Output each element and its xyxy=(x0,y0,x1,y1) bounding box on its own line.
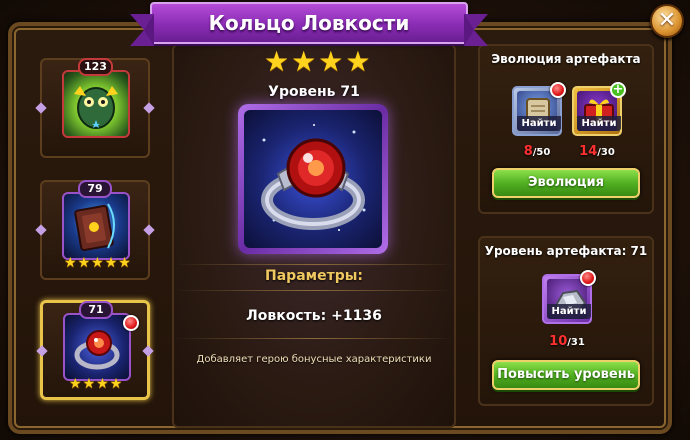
material-ore[interactable]: Найти xyxy=(542,270,596,324)
slot-level-badge: 123 xyxy=(78,58,113,76)
material-gift[interactable]: Найти + xyxy=(572,82,626,136)
close-icon: ✕ xyxy=(657,8,677,33)
star-icon: ★ xyxy=(118,255,131,271)
star-icon: ★ xyxy=(291,45,317,78)
find-button[interactable]: Найти xyxy=(577,116,621,131)
star-icon: ★ xyxy=(82,376,96,392)
divider xyxy=(174,264,454,265)
star-icon: ★ xyxy=(104,255,118,271)
close-button[interactable]: ✕ xyxy=(650,4,684,38)
alert-icon xyxy=(123,315,139,331)
stat-agility: Ловкость: +1136 xyxy=(246,308,382,324)
divider xyxy=(174,290,454,291)
artifact-portrait xyxy=(238,104,388,254)
artifact-stars: ★ ★ ★ ★ xyxy=(264,48,370,76)
star-icon: ★ xyxy=(264,45,290,78)
agility-ring-icon xyxy=(244,110,382,248)
slot-level-badge: 71 xyxy=(79,301,113,319)
artifact-level: Уровень 71 xyxy=(268,84,360,100)
artifact-detail-panel: ★ ★ ★ ★ Уровень 71 Параметры: Ловкость: … xyxy=(172,44,456,428)
find-button[interactable]: Найти xyxy=(547,304,591,319)
find-button[interactable]: Найти xyxy=(517,116,561,131)
window-title: Кольцо Ловкости xyxy=(208,11,410,35)
artifact-window: Кольцо Ловкости ✕ 123 79 ★ ★ ★ ★ ★ 71 ★ … xyxy=(0,0,690,440)
upgrade-panel: Уровень артефакта: 71 Найти 10/31 Повыси… xyxy=(478,236,654,406)
star-icon: ★ xyxy=(318,45,344,78)
slot-stars: ★ ★ ★ ★ ★ xyxy=(64,256,131,270)
alert-icon xyxy=(580,270,596,286)
artifact-slot-weapon[interactable]: 123 xyxy=(35,58,155,158)
evolution-button[interactable]: Эволюция xyxy=(492,168,640,198)
material-count: 8/50 xyxy=(523,144,551,159)
material-count: 14/30 xyxy=(579,144,615,159)
star-icon: ★ xyxy=(109,376,123,392)
star-icon: ★ xyxy=(64,255,77,271)
params-title: Параметры: xyxy=(265,268,363,284)
title-ribbon: Кольцо Ловкости xyxy=(130,2,488,46)
level-up-button[interactable]: Повысить уровень xyxy=(492,360,640,390)
artifact-description: Добавляет герою бонусные характеристики xyxy=(196,354,432,365)
evolution-title: Эволюция артефакта xyxy=(491,52,641,66)
star-icon: ★ xyxy=(77,255,91,271)
jade-idol-icon xyxy=(62,70,130,138)
slot-level-badge: 79 xyxy=(78,180,112,198)
star-icon: ★ xyxy=(91,255,104,271)
slot-stars: ★ ★ ★ ★ xyxy=(69,377,122,391)
evolution-panel: Эволюция артефакта Найти Найти + 8/50 14… xyxy=(478,44,654,214)
star-icon: ★ xyxy=(69,376,82,392)
artifact-slot-ring[interactable]: 71 ★ ★ ★ ★ xyxy=(36,300,154,400)
artifact-slot-book[interactable]: 79 ★ ★ ★ ★ ★ xyxy=(35,180,155,280)
spellbook-icon xyxy=(62,192,130,260)
agility-ring-icon xyxy=(63,313,131,381)
material-count: 10/31 xyxy=(549,334,585,349)
plus-icon: + xyxy=(610,82,626,98)
alert-icon xyxy=(550,82,566,98)
material-scroll[interactable]: Найти xyxy=(512,82,566,136)
divider xyxy=(174,338,454,339)
star-icon: ★ xyxy=(345,45,371,78)
star-icon: ★ xyxy=(96,376,109,392)
upgrade-title: Уровень артефакта: 71 xyxy=(484,244,648,258)
